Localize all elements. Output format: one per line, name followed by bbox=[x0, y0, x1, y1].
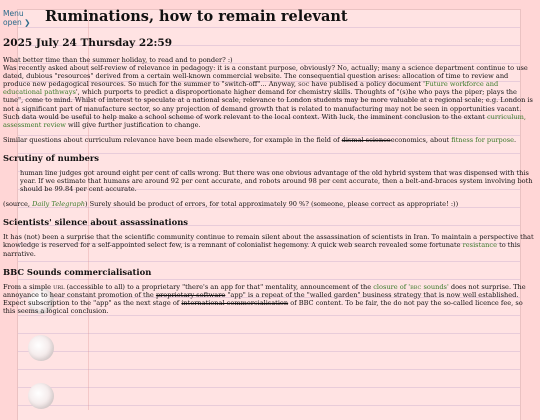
scrutiny-source: (source, Daily Telegraph) Surely should … bbox=[3, 200, 459, 209]
telegraph-link[interactable]: Daily Telegraph bbox=[32, 200, 85, 208]
binder-hole bbox=[28, 335, 54, 361]
resistance-link[interactable]: resistance bbox=[463, 241, 497, 249]
fitness-for-purpose-link[interactable]: fitness for purpose bbox=[451, 136, 514, 144]
struck-text: proprietary software bbox=[155, 290, 226, 299]
intro-question: What better time than the summer holiday… bbox=[3, 56, 233, 64]
abbreviation: url bbox=[53, 282, 65, 291]
menu-toggle[interactable]: Menu open ❯ bbox=[3, 9, 30, 27]
menu-open-label: open ❯ bbox=[3, 18, 31, 27]
section-heading-scrutiny: Scrutiny of numbers bbox=[3, 152, 100, 163]
bbc-sounds-closure-link[interactable]: closure of 'bbc sounds' bbox=[373, 283, 449, 291]
assassinations-paragraph: It has (not) been a surprise that the sc… bbox=[3, 233, 534, 258]
binder-hole bbox=[28, 383, 54, 409]
menu-label: Menu bbox=[3, 9, 24, 18]
section-heading-assassinations: Scientists' silence about assassinations bbox=[3, 217, 189, 228]
scrutiny-quote: human line judges got around eight per c… bbox=[20, 168, 533, 194]
abbreviation: soc bbox=[298, 80, 310, 89]
article: Ruminations, how to remain relevant 2025… bbox=[3, 8, 536, 315]
section-heading-bbc: BBC Sounds commercialisation bbox=[3, 266, 152, 277]
intro-paragraph: Was recently asked about self-review of … bbox=[3, 64, 533, 129]
page-title: Ruminations, how to remain relevant bbox=[45, 8, 348, 25]
struck-text: dismal science bbox=[341, 135, 391, 144]
struck-text: international commercialisation bbox=[181, 298, 289, 307]
bbc-paragraph: From a simple url (accessible to all) to… bbox=[3, 282, 526, 315]
relevance-paragraph: Similar questions about curriculum relev… bbox=[3, 135, 517, 144]
post-datetime: 2025 July 24 Thursday 22:59 bbox=[3, 37, 173, 49]
